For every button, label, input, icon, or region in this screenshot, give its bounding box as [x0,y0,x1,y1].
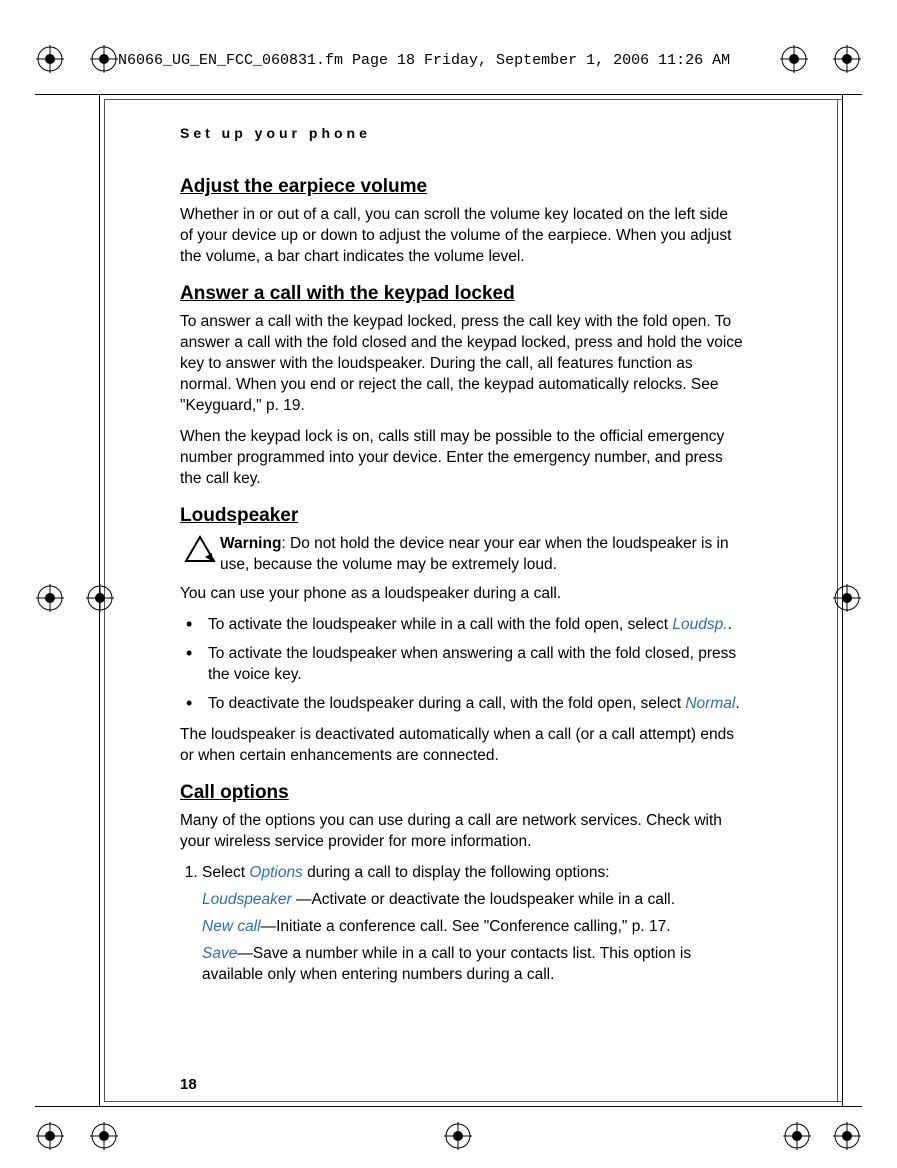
text-run: To activate the loudspeaker while in a c… [208,616,672,633]
warning-text: Warning: Do not hold the device near you… [220,533,745,575]
registration-mark-icon [780,45,808,73]
text-run: during a call to display the following o… [303,864,610,881]
text-run: . [735,695,739,712]
option-definition: Save—Save a number while in a call to yo… [202,943,745,985]
registration-mark-icon [36,1122,64,1150]
ui-term: Loudspeaker [202,891,296,908]
heading-adjust-earpiece-volume: Adjust the earpiece volume [180,176,745,198]
registration-mark-icon [36,584,64,612]
text-run: Select [202,864,249,881]
crop-mark [104,1101,843,1102]
registration-mark-icon [783,1122,811,1150]
warning-body: : Do not hold the device near your ear w… [220,535,729,573]
registration-mark-icon [833,584,861,612]
list-item: Select Options during a call to display … [202,862,745,883]
running-head: Set up your phone [180,125,371,141]
heading-call-options: Call options [180,782,745,804]
registration-mark-icon [36,45,64,73]
registration-mark-icon [90,45,118,73]
framemaker-header: N6066_UG_EN_FCC_060831.fm Page 18 Friday… [118,52,730,69]
heading-answer-call-keypad-locked: Answer a call with the keypad locked [180,283,745,305]
list-item: To deactivate the loudspeaker during a c… [180,693,745,714]
numbered-list: Select Options during a call to display … [180,862,745,883]
paragraph: The loudspeaker is deactivated automatic… [180,724,745,766]
crop-mark [35,1106,862,1107]
page-number: 18 [180,1076,197,1093]
ui-term: Save [202,945,237,962]
list-item: To activate the loudspeaker when answeri… [180,643,745,685]
text-run: —Initiate a conference call. See "Confer… [261,918,671,935]
registration-mark-icon [833,1122,861,1150]
paragraph: Many of the options you can use during a… [180,810,745,852]
registration-mark-icon [90,1122,118,1150]
ui-term: Options [249,864,302,881]
heading-loudspeaker: Loudspeaker [180,505,745,527]
ui-term: New call [202,918,261,935]
text-run: —Save a number while in a call to your c… [202,945,691,983]
paragraph: To answer a call with the keypad locked,… [180,311,745,416]
registration-mark-icon [444,1122,472,1150]
page-content: Adjust the earpiece volume Whether in or… [180,160,745,991]
warning-icon [180,533,220,563]
list-item: To activate the loudspeaker while in a c… [180,614,745,635]
registration-mark-icon [833,45,861,73]
registration-mark-icon [86,584,114,612]
bullet-list: To activate the loudspeaker while in a c… [180,614,745,714]
paragraph: You can use your phone as a loudspeaker … [180,583,745,604]
crop-mark [35,94,862,95]
warning-block: Warning: Do not hold the device near you… [180,533,745,575]
text-run: To deactivate the loudspeaker during a c… [208,695,685,712]
text-run: . [728,616,732,633]
paragraph: Whether in or out of a call, you can scr… [180,204,745,267]
text-run: —Activate or deactivate the loudspeaker … [296,891,675,908]
ui-term: Loudsp. [672,616,727,633]
page: N6066_UG_EN_FCC_060831.fm Page 18 Friday… [0,0,897,1168]
option-definition: New call—Initiate a conference call. See… [202,916,745,937]
crop-mark [104,99,843,100]
ui-term: Normal [685,695,735,712]
warning-label: Warning [220,535,281,552]
paragraph: When the keypad lock is on, calls still … [180,426,745,489]
option-definition: Loudspeaker —Activate or deactivate the … [202,889,745,910]
